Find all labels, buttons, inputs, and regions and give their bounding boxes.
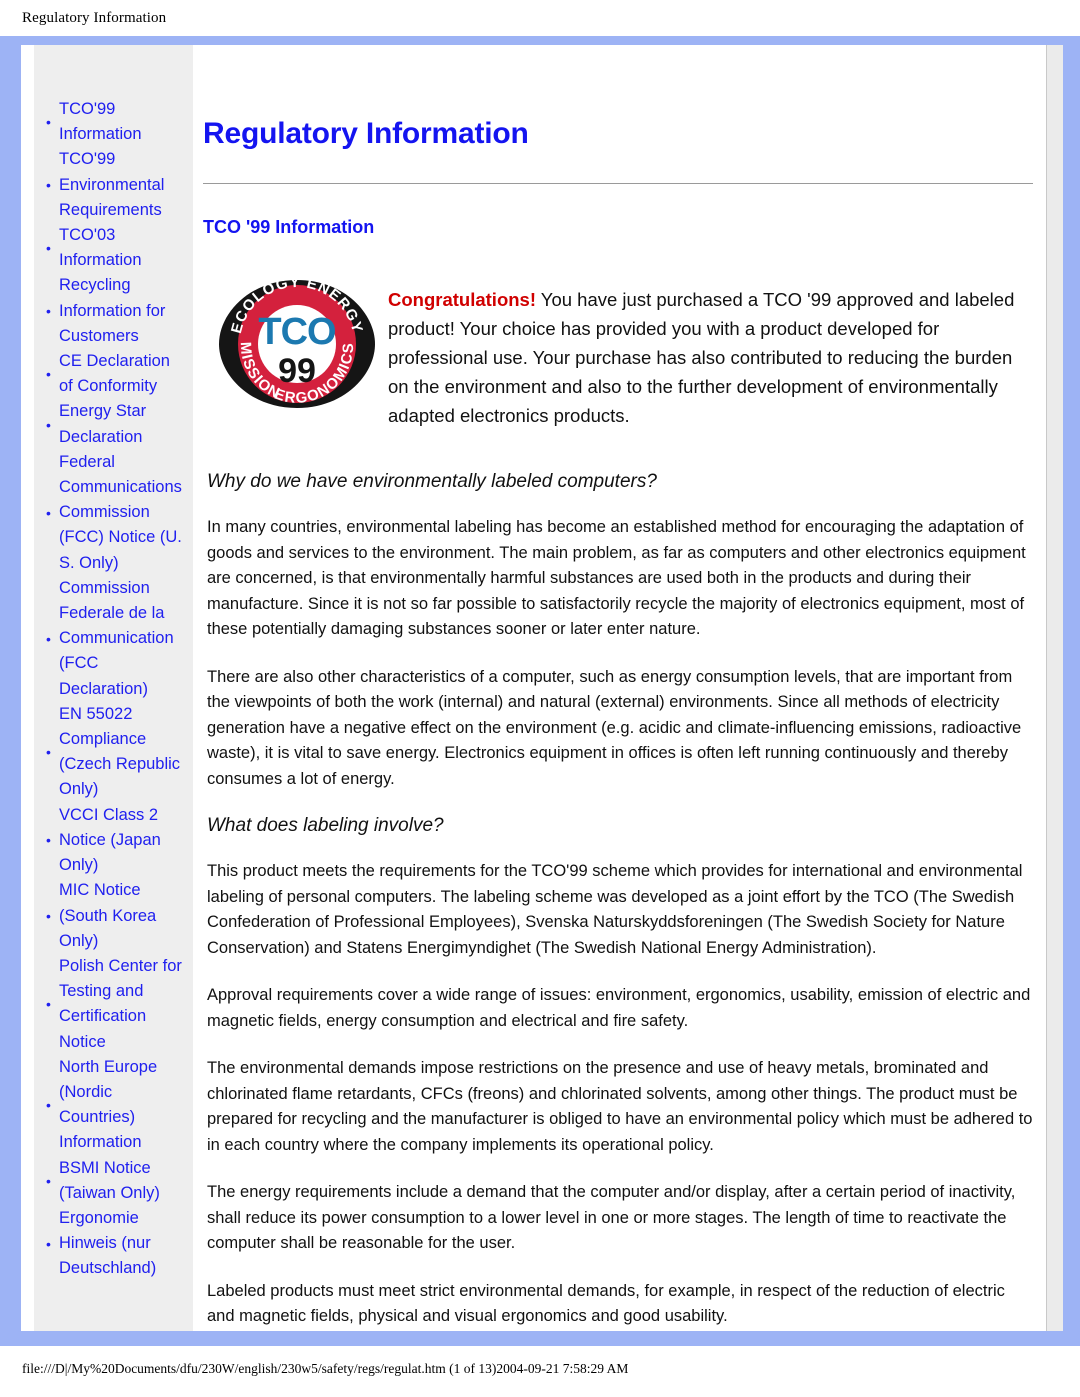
main-content: Regulatory Information TCO '99 Informati… [193,45,1063,1331]
document-footer-path: file:///D|/My%20Documents/dfu/230W/engli… [22,1361,629,1376]
sidebar-item-label[interactable]: North Europe (Nordic Countries) Informat… [59,1058,157,1152]
sidebar-item-commission-federale[interactable]: Commission Federale de la Communication … [44,576,185,702]
title-divider [203,183,1033,184]
intro-block: ECOLOGY ENERGY EMISSIONS ERGONOMICS TCO … [203,266,1033,448]
vertical-scrollbar[interactable] [1046,45,1063,1331]
sidebar-item-label[interactable]: Ergonomie Hinweis (nur Deutschland) [59,1209,156,1277]
sidebar-item-mic-notice[interactable]: MIC Notice (South Korea Only) [44,878,185,954]
paragraph: Labeled products must meet strict enviro… [207,1281,1005,1326]
sidebar-item-label[interactable]: CE Declaration of Conformity [59,352,170,395]
page-title: Regulatory Information [203,117,529,150]
sidebar-item-ergonomie-hinweis[interactable]: Ergonomie Hinweis (nur Deutschland) [44,1206,185,1282]
sidebar-item-ce-declaration[interactable]: CE Declaration of Conformity [44,349,185,399]
paragraph: This product meets the requirements for … [207,862,1023,957]
sidebar-item-recycling-information[interactable]: Recycling Information for Customers [44,273,185,349]
sidebar-item-tco99-information[interactable]: TCO'99 Information [44,97,185,147]
page-frame: TCO'99 Information TCO'99 Environmental … [0,36,1080,1346]
sidebar-item-label[interactable]: Energy Star Declaration [59,402,146,445]
sidebar-navigation: TCO'99 Information TCO'99 Environmental … [34,45,193,1331]
sidebar-item-tco99-environmental-requirements[interactable]: TCO'99 Environmental Requirements [44,147,185,223]
tco99-logo-cell: ECOLOGY ENERGY EMISSIONS ERGONOMICS TCO … [203,266,388,412]
sidebar-item-label[interactable]: TCO'03 Information [59,226,142,269]
sidebar-list: TCO'99 Information TCO'99 Environmental … [34,97,193,1282]
sidebar-item-label[interactable]: VCCI Class 2 Notice (Japan Only) [59,806,161,874]
sidebar-item-energy-star-declaration[interactable]: Energy Star Declaration [44,399,185,449]
sidebar-item-label[interactable]: Recycling Information for Customers [59,276,165,344]
sidebar-item-fcc-notice[interactable]: Federal Communications Commission (FCC) … [44,450,185,576]
paragraph: Approval requirements cover a wide range… [207,986,1031,1030]
document-header: Regulatory Information [0,0,1080,36]
sidebar-item-polish-center-notice[interactable]: Polish Center for Testing and Certificat… [44,954,185,1055]
tco99-logo-icon: ECOLOGY ENERGY EMISSIONS ERGONOMICS TCO … [217,272,375,408]
sidebar-item-label[interactable]: Federal Communications Commission (FCC) … [59,453,182,572]
subheading-why-labeled-computers: Why do we have environmentally labeled c… [207,471,657,492]
paragraph: The energy requirements include a demand… [207,1183,1016,1252]
intro-paragraph: Congratulations! You have just purchased… [388,285,1033,430]
sidebar-item-bsmi-notice[interactable]: BSMI Notice (Taiwan Only) [44,1156,185,1206]
sidebar-item-label[interactable]: Polish Center for Testing and Certificat… [59,957,182,1051]
sidebar-item-label[interactable]: EN 55022 Compliance (Czech Republic Only… [59,705,180,799]
paragraph: The environmental demands impose restric… [207,1059,1033,1154]
sidebar-item-en55022-compliance[interactable]: EN 55022 Compliance (Czech Republic Only… [44,702,185,803]
section-heading-tco99: TCO '99 Information [203,217,375,237]
document-footer: file:///D|/My%20Documents/dfu/230W/engli… [0,1346,1080,1397]
sidebar-item-label[interactable]: TCO'99 Information [59,100,142,143]
sidebar-item-north-europe-information[interactable]: North Europe (Nordic Countries) Informat… [44,1055,185,1156]
paragraph: In many countries, environmental labelin… [207,518,1026,638]
sidebar-item-label[interactable]: TCO'99 Environmental Requirements [59,150,164,218]
document-header-title: Regulatory Information [22,9,167,26]
sidebar-item-label[interactable]: MIC Notice (South Korea Only) [59,881,156,949]
page-inner: TCO'99 Information TCO'99 Environmental … [17,45,1063,1331]
tco-year: 99 [278,352,316,390]
paragraph: There are also other characteristics of … [207,667,1022,788]
sidebar-item-label[interactable]: BSMI Notice (Taiwan Only) [59,1159,160,1202]
subheading-what-does-labeling-involve: What does labeling involve? [207,815,444,836]
rail-gap [21,45,34,1331]
sidebar-item-label[interactable]: Commission Federale de la Communication … [59,579,174,698]
tco-wordmark: TCO [258,311,335,353]
sidebar-item-vcci-class2[interactable]: VCCI Class 2 Notice (Japan Only) [44,803,185,879]
congratulations-lead: Congratulations! [388,288,536,310]
sidebar-item-tco03-information[interactable]: TCO'03 Information [44,223,185,273]
